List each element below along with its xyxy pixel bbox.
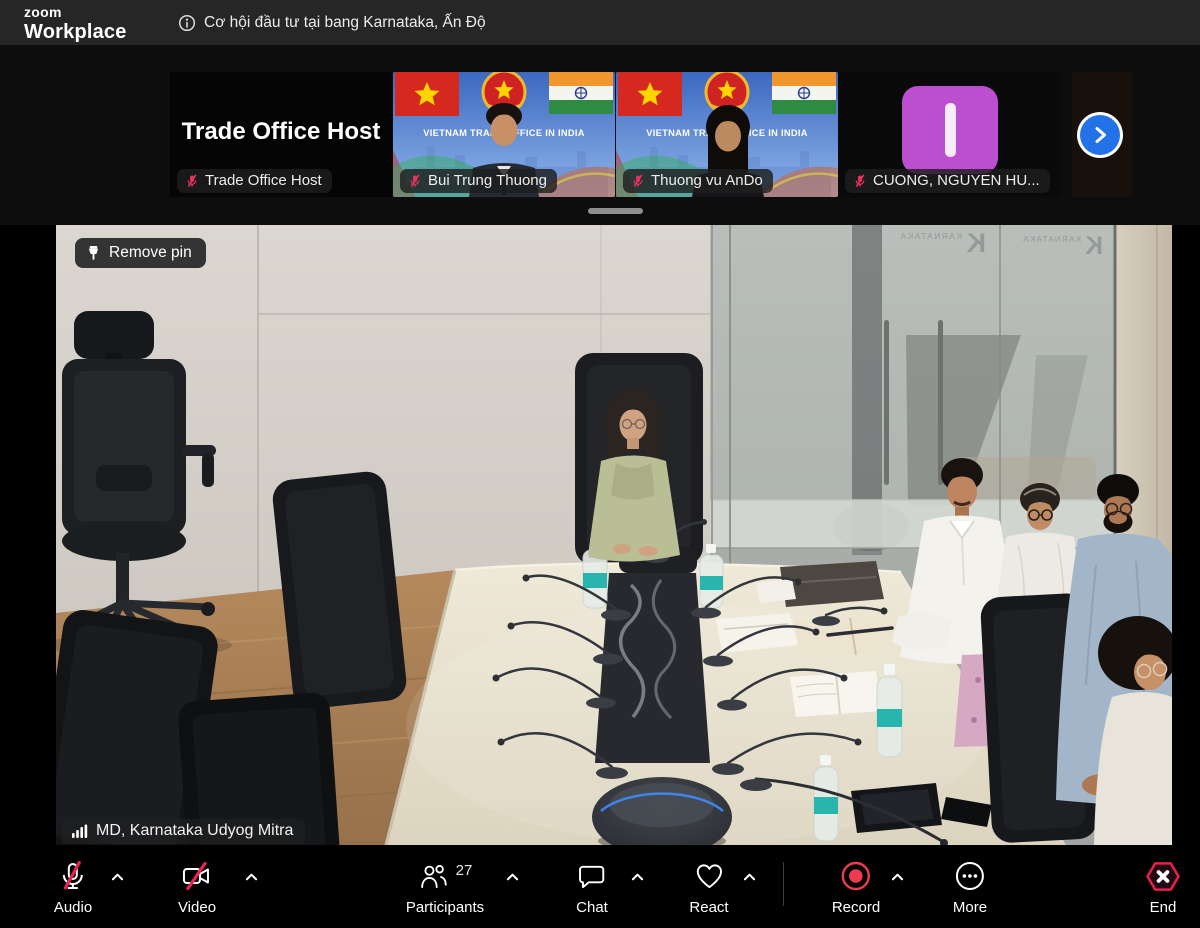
- avatar-letter: [945, 103, 956, 157]
- logo-line1: zoom: [24, 5, 127, 19]
- avatar: [902, 86, 998, 174]
- glass-door-handle: [884, 320, 889, 485]
- meeting-title: Cơ hội đầu tư tại bang Karnataka, Ấn Độ: [204, 14, 486, 32]
- video-tile-bui-trung-thuong[interactable]: VIETNAM TRADE OFFICE IN INDIA Bu: [393, 72, 615, 197]
- logo-line2: Workplace: [24, 22, 127, 42]
- pin-icon: [86, 245, 101, 261]
- end-button[interactable]: End: [1144, 858, 1182, 916]
- participants-menu-chevron[interactable]: [503, 868, 521, 884]
- participant-name-tag: CUONG, NGUYEN HU...: [845, 169, 1050, 193]
- react-menu-chevron[interactable]: [740, 868, 758, 884]
- meeting-toolbar: Audio Video: [0, 845, 1200, 928]
- glass-door-handle: [938, 320, 943, 485]
- svg-text:KARNATAKA: KARNATAKA: [899, 231, 962, 241]
- record-menu-chevron[interactable]: [888, 868, 906, 884]
- video-tile-trade-office-host[interactable]: Trade Office Host Trade Office Host: [170, 72, 392, 197]
- muted-mic-icon: [631, 174, 645, 188]
- record-icon: [840, 860, 872, 892]
- mic-muted-icon: [57, 860, 89, 892]
- shared-screen-label: Trade Office Host: [182, 118, 381, 146]
- top-bar: zoom Workplace Cơ hội đầu tư tại bang Ka…: [0, 0, 1200, 45]
- chat-menu-chevron[interactable]: [628, 868, 646, 884]
- record-button[interactable]: Record: [832, 858, 880, 916]
- more-button[interactable]: More: [953, 858, 987, 916]
- video-tile-cuong-nguyen[interactable]: CUONG, NGUYEN HU...: [838, 72, 1060, 197]
- react-button[interactable]: React: [689, 858, 728, 916]
- participant-filmstrip: Trade Office Host Trade Office Host: [0, 45, 1200, 225]
- filmstrip-scrollbar[interactable]: [588, 208, 643, 214]
- muted-mic-icon: [408, 174, 422, 188]
- more-icon: [954, 860, 986, 892]
- participant-name-tag: Thuong vu AnDo: [623, 169, 773, 193]
- active-speaker-name-tag: MD, Karnataka Udyog Mitra: [62, 819, 305, 844]
- next-participants-button[interactable]: [1077, 112, 1123, 158]
- conference-room-video: K KARNATAKA K KARNATAKA: [56, 225, 1172, 845]
- audio-button[interactable]: Audio: [54, 858, 92, 916]
- muted-mic-icon: [853, 174, 867, 188]
- audio-menu-chevron[interactable]: [108, 868, 126, 884]
- person-front-right: [1094, 616, 1172, 845]
- svg-text:K: K: [1085, 232, 1103, 260]
- info-icon[interactable]: [178, 14, 196, 32]
- chat-icon: [577, 861, 608, 892]
- video-menu-chevron[interactable]: [242, 868, 260, 884]
- svg-text:K: K: [966, 228, 986, 258]
- participants-button[interactable]: 27 Participants: [406, 858, 484, 916]
- remove-pin-button[interactable]: Remove pin: [75, 238, 206, 268]
- heart-icon: [693, 861, 725, 892]
- chat-button[interactable]: Chat: [576, 858, 608, 916]
- zoom-meeting-window: zoom Workplace Cơ hội đầu tư tại bang Ka…: [0, 0, 1200, 928]
- office-chair-empty: [271, 470, 408, 711]
- participants-icon: [418, 861, 449, 892]
- toolbar-divider: [783, 862, 784, 906]
- pinned-video-main[interactable]: K KARNATAKA K KARNATAKA: [56, 225, 1172, 845]
- end-call-icon: [1144, 860, 1182, 893]
- audio-level-icon: [71, 824, 88, 839]
- participant-name-tag: Bui Trung Thuong: [400, 169, 557, 193]
- chevron-right-icon: [1089, 124, 1111, 146]
- video-tile-thuong-vu-ando[interactable]: VIETNAM TRADE OFFICE IN INDIA Thuong vu …: [616, 72, 838, 197]
- camera-muted-icon: [180, 860, 214, 892]
- muted-mic-icon: [185, 174, 199, 188]
- participant-name-tag: Trade Office Host: [177, 169, 332, 193]
- svg-text:KARNATAKA: KARNATAKA: [1022, 235, 1081, 244]
- video-button[interactable]: Video: [178, 858, 216, 916]
- zoom-workplace-logo: zoom Workplace: [24, 5, 127, 42]
- participants-count: 27: [456, 862, 473, 879]
